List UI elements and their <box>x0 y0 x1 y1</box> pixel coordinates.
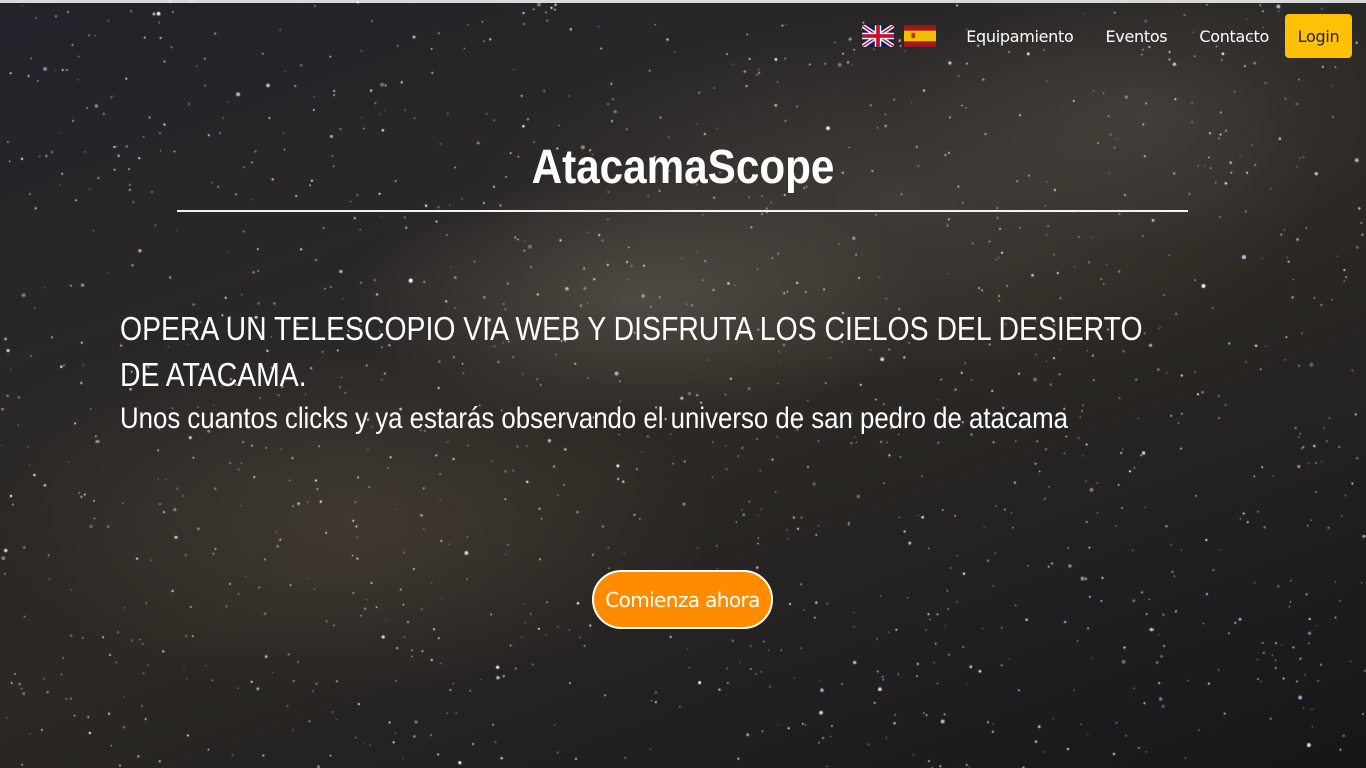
hero-headline: OPERA UN TELESCOPIO VIA WEB Y DISFRUTA L… <box>120 310 1143 393</box>
nav-link-eventos[interactable]: Eventos <box>1089 27 1183 46</box>
title-divider <box>177 210 1188 212</box>
uk-flag-icon[interactable] <box>862 25 895 47</box>
page: Equipamiento Eventos Contacto Login Atac… <box>0 0 1366 768</box>
spain-flag-icon[interactable] <box>904 25 937 47</box>
start-now-button[interactable]: Comienza ahora <box>592 570 773 629</box>
nav-link-equipamiento[interactable]: Equipamiento <box>950 27 1089 46</box>
login-button[interactable]: Login <box>1285 14 1352 58</box>
hero-subheadline: Unos cuantos clicks y ya estarás observa… <box>120 402 1068 435</box>
nav-link-contacto[interactable]: Contacto <box>1183 27 1285 46</box>
top-nav: Equipamiento Eventos Contacto Login <box>862 14 1352 58</box>
site-title: AtacamaScope <box>531 141 835 194</box>
